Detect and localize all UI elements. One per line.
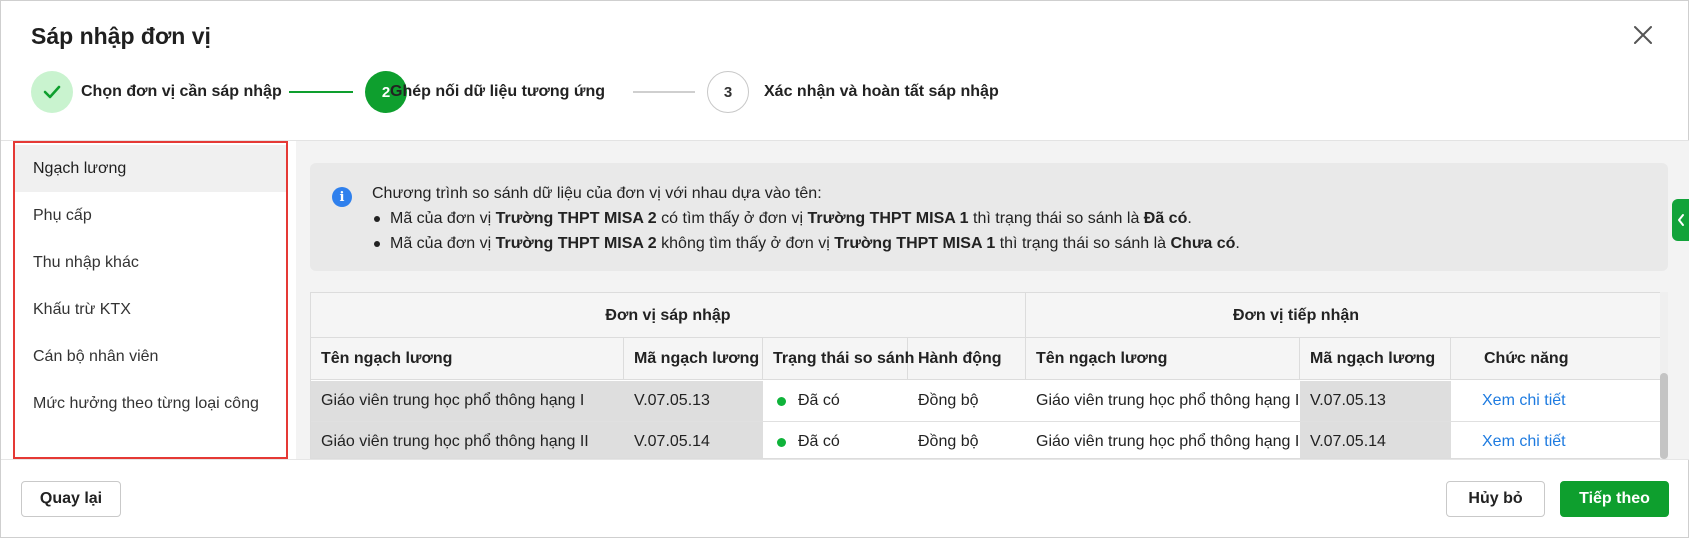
cell-action: Đồng bộ: [918, 433, 979, 450]
col-header-target-name: Tên ngạch lương: [1026, 338, 1300, 380]
cell-function: Xem chi tiết: [1451, 422, 1667, 458]
cell-target-name: Giáo viên trung học phổ thông hạng II: [1036, 433, 1300, 450]
cell-status: Đã có: [763, 422, 908, 458]
table-group-header: Đơn vị sáp nhập Đơn vị tiếp nhận: [311, 293, 1667, 338]
step-1-label: Chọn đơn vị cần sáp nhập: [81, 83, 282, 100]
sidebar-item-thu-nhap-khac[interactable]: Thu nhập khác: [15, 239, 286, 286]
table-scrollbar-thumb[interactable]: [1660, 373, 1668, 459]
cell-status: Đã có: [763, 381, 908, 421]
info-icon: i: [332, 187, 352, 207]
merge-dialog: Sáp nhập đơn vị Chọn đơn vị cần sáp nhập…: [0, 0, 1689, 538]
col-header-target-code: Mã ngạch lương: [1300, 338, 1451, 380]
view-detail-link[interactable]: Xem chi tiết: [1482, 433, 1566, 451]
cell-code: V.07.05.13: [624, 381, 763, 421]
step-connector-2: [633, 91, 695, 93]
col-header-code: Mã ngạch lương: [624, 338, 763, 380]
sidebar-item-khau-tru-ktx[interactable]: Khấu trừ KTX: [15, 286, 286, 333]
stepper: Chọn đơn vị cần sáp nhập 2 Ghép nối dữ l…: [31, 71, 1031, 113]
col-header-function: Chức năng: [1484, 350, 1569, 367]
col-header-action: Hành động: [908, 338, 1026, 380]
table-column-header: Tên ngạch lương Mã ngạch lương Trạng thá…: [311, 338, 1667, 380]
panel-toggle-button[interactable]: [1672, 199, 1689, 241]
info-box: i Chương trình so sánh dữ liệu của đơn v…: [310, 163, 1668, 271]
cell-name: Giáo viên trung học phổ thông hạng I: [311, 381, 624, 421]
col-header-name: Tên ngạch lương: [311, 338, 624, 380]
step-3-label: Xác nhận và hoàn tất sáp nhập: [764, 83, 999, 100]
status-dot: [777, 396, 786, 406]
table-row: Giáo viên trung học phổ thông hạng I V.0…: [311, 381, 1667, 422]
cell-function: Xem chi tiết: [1451, 381, 1667, 421]
category-sidebar: Ngạch lương Phụ cấp Thu nhập khác Khấu t…: [13, 141, 288, 459]
close-button[interactable]: [1631, 23, 1655, 47]
info-intro: Chương trình so sánh dữ liệu của đơn vị …: [372, 185, 822, 202]
cell-target-name: Giáo viên trung học phổ thông hạng I: [1036, 392, 1300, 409]
mapping-table: Đơn vị sáp nhập Đơn vị tiếp nhận Tên ngạ…: [310, 292, 1668, 459]
step-3-circle: 3: [707, 71, 749, 113]
view-detail-link[interactable]: Xem chi tiết: [1482, 392, 1566, 410]
col-header-status: Trạng thái so sánh: [763, 338, 914, 380]
chevron-left-icon: [1678, 214, 1684, 226]
info-bullet-found: Mã của đơn vị Trường THPT MISA 2 có tìm …: [372, 206, 1240, 231]
cell-code: V.07.05.14: [624, 422, 763, 458]
cancel-button[interactable]: Hủy bỏ: [1446, 481, 1545, 517]
status-dot: [777, 437, 786, 447]
check-icon: [43, 85, 61, 99]
info-text: Chương trình so sánh dữ liệu của đơn vị …: [372, 181, 1240, 256]
step-2-label: Ghép nối dữ liệu tương ứng: [390, 83, 605, 100]
cell-target-code: V.07.05.14: [1300, 422, 1451, 458]
sidebar-item-phu-cap[interactable]: Phụ cấp: [15, 192, 286, 239]
footer-divider: [1, 459, 1689, 460]
info-bullet-not-found: Mã của đơn vị Trường THPT MISA 2 không t…: [372, 231, 1240, 256]
group-header-source: Đơn vị sáp nhập: [311, 293, 1026, 338]
cell-name: Giáo viên trung học phổ thông hạng II: [311, 422, 624, 458]
step-connector-1: [289, 91, 353, 93]
sidebar-item-can-bo-nhan-vien[interactable]: Cán bộ nhân viên: [15, 333, 286, 380]
cell-target-code: V.07.05.13: [1300, 381, 1451, 421]
next-button[interactable]: Tiếp theo: [1560, 481, 1669, 517]
table-row: Giáo viên trung học phổ thông hạng II V.…: [311, 422, 1667, 458]
dialog-title: Sáp nhập đơn vị: [31, 23, 211, 49]
sidebar-item-ngach-luong[interactable]: Ngạch lương: [15, 145, 286, 192]
group-header-target: Đơn vị tiếp nhận: [1232, 306, 1360, 324]
back-button[interactable]: Quay lại: [21, 481, 121, 517]
close-icon: [1634, 26, 1652, 44]
sidebar-item-muc-huong[interactable]: Mức hưởng theo từng loại công: [15, 380, 286, 427]
step-1-circle: [31, 71, 73, 113]
cell-action: Đồng bộ: [918, 392, 979, 409]
